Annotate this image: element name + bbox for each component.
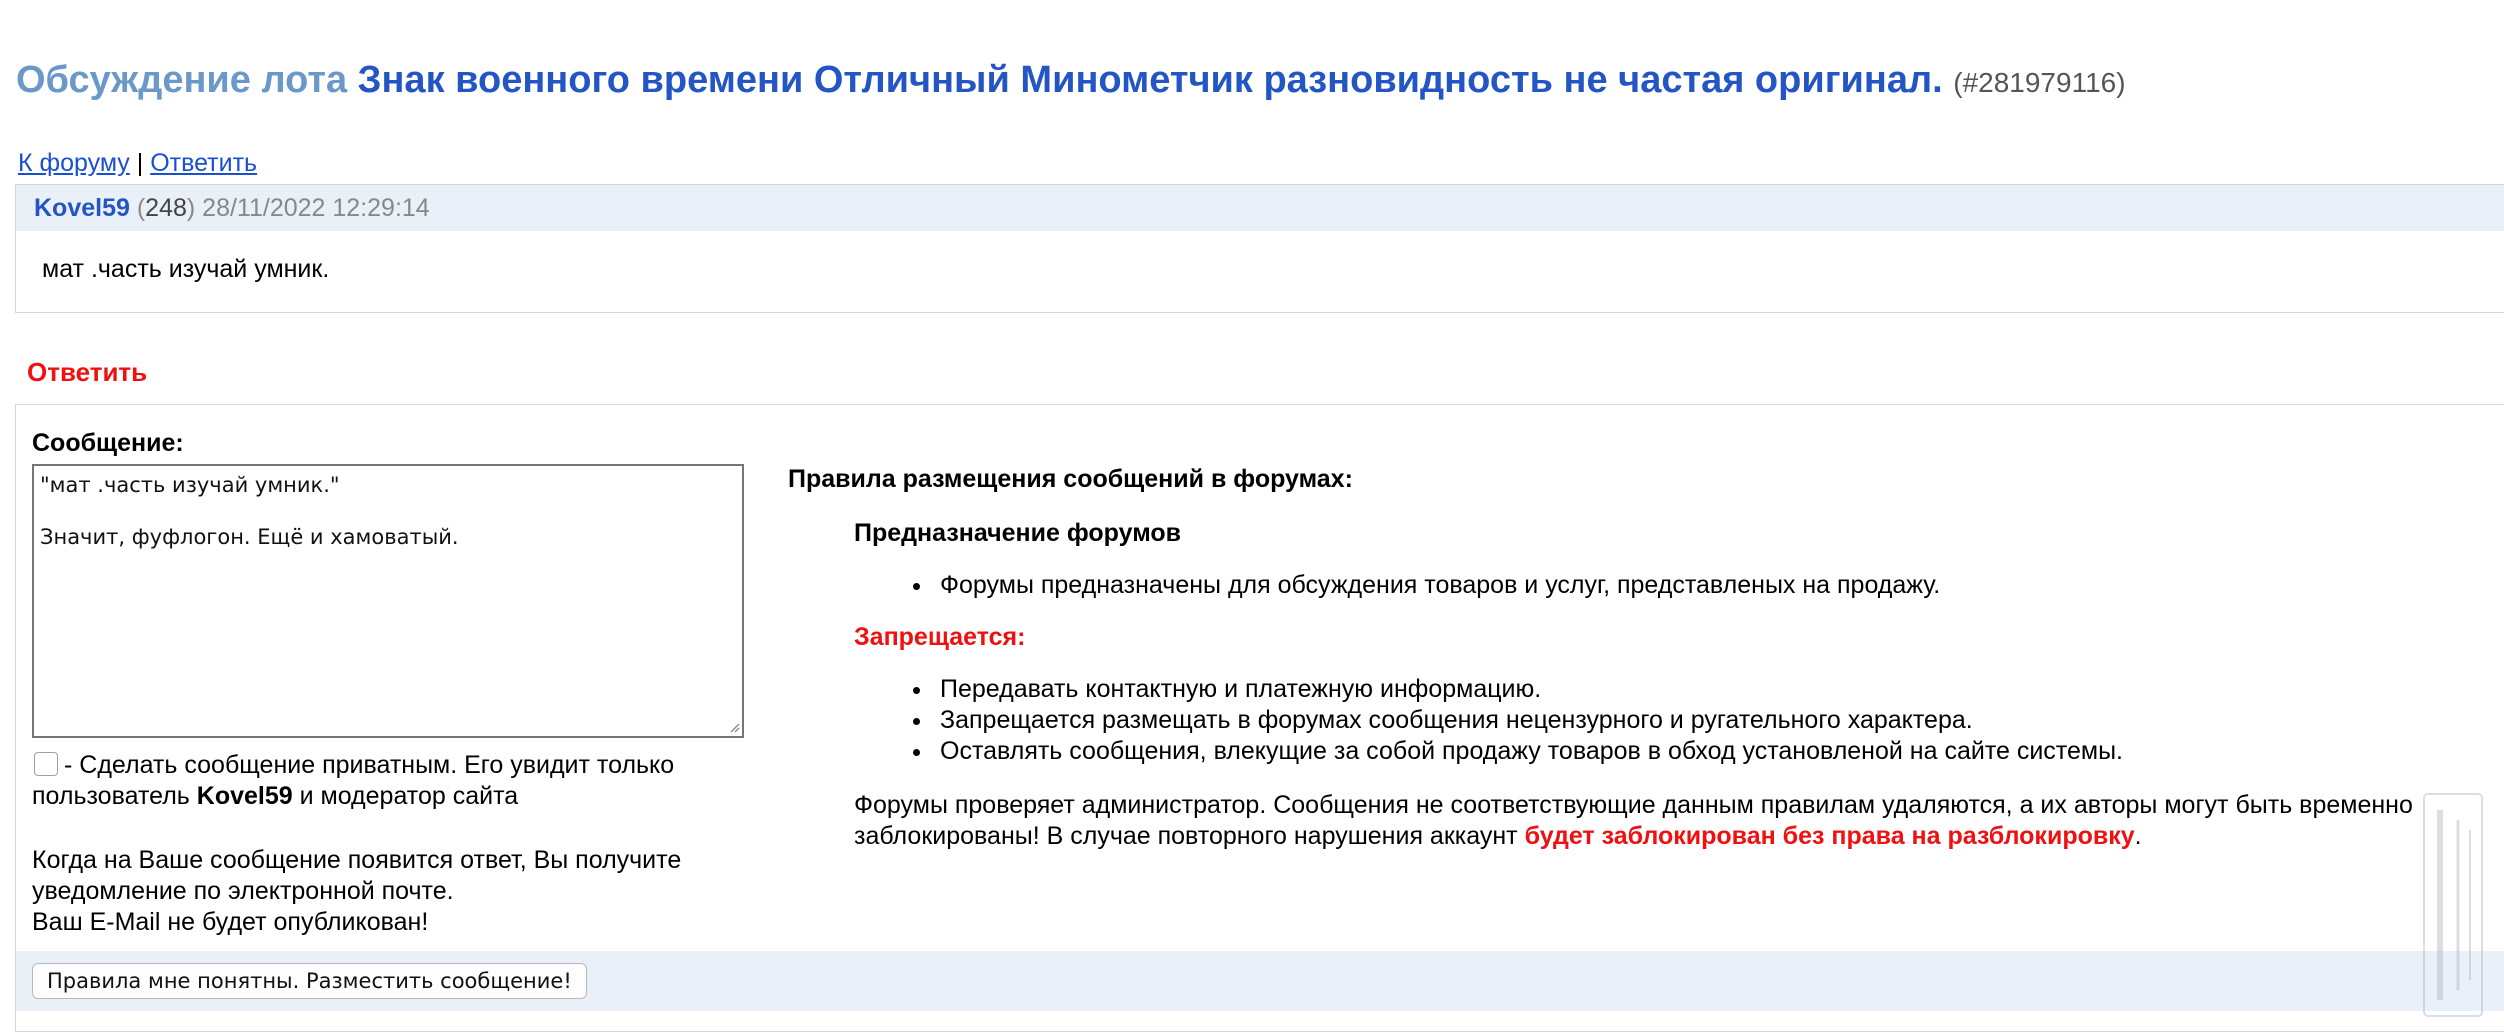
page: Обсуждение лота Знак военного времени От… <box>0 0 2504 1034</box>
purpose-item: Форумы предназначены для обсуждения това… <box>934 570 2488 601</box>
post-text: мат .часть изучай умник. <box>42 255 330 283</box>
nav-separator: | <box>136 149 144 177</box>
reply-form: Сообщение: "мат .часть изучай умник." Зн… <box>15 404 2504 1032</box>
page-title: Обсуждение лота Знак военного времени От… <box>16 52 2126 111</box>
admin-notice: Форумы проверяет администратор. Сообщени… <box>854 790 2504 852</box>
title-prefix: Обсуждение лота <box>16 59 348 101</box>
forbidden-item: Оставлять сообщения, влекущие за собой п… <box>934 736 2488 767</box>
post-author-link[interactable]: Kovel59 <box>34 194 130 222</box>
rules-title: Правила размещения сообщений в форумах: <box>788 465 1353 493</box>
forum-rules: Правила размещения сообщений в форумах: … <box>788 463 2488 852</box>
forum-nav: К форуму | Ответить <box>18 147 257 179</box>
lot-name-link[interactable]: Знак военного времени Отличный Минометчи… <box>358 59 1943 101</box>
admin-warning: будет заблокирован без права на разблоки… <box>1524 822 2135 850</box>
private-option: - Сделать сообщение приватным. Его увиди… <box>32 750 752 812</box>
message-textarea[interactable]: "мат .часть изучай умник." Значит, фуфло… <box>32 464 744 738</box>
notify-line-1: Когда на Ваше сообщение появится ответ, … <box>32 846 682 905</box>
rating-close: ) <box>186 194 196 222</box>
private-user: Kovel59 <box>196 782 293 810</box>
private-text-2: и модератор сайта <box>299 782 519 810</box>
forbidden-title: Запрещается: <box>854 623 1026 651</box>
submit-button[interactable]: Правила мне понятны. Разместить сообщени… <box>32 963 587 999</box>
notify-info: Когда на Ваше сообщение появится ответ, … <box>32 845 752 938</box>
resize-grip-icon[interactable] <box>728 721 740 733</box>
private-checkbox[interactable] <box>34 752 58 776</box>
watermark-logo-icon <box>2423 793 2483 1017</box>
forbidden-item: Запрещается размещать в форумах сообщени… <box>934 705 2488 736</box>
submit-bar: Правила мне понятны. Разместить сообщени… <box>16 951 2504 1011</box>
message-label: Сообщение: <box>32 429 184 457</box>
forbidden-item: Передавать контактную и платежную информ… <box>934 674 2488 705</box>
purpose-title: Предназначение форумов <box>854 519 1182 547</box>
to-forum-link[interactable]: К форуму <box>18 149 130 177</box>
forum-post: Kovel59 (248) 28/11/2022 12:29:14 мат .ч… <box>15 184 2504 313</box>
post-header: Kovel59 (248) 28/11/2022 12:29:14 <box>16 185 2504 231</box>
admin-end: . <box>2134 822 2142 850</box>
notify-line-2: Ваш E-Mail не будет опубликован! <box>32 908 429 936</box>
forbidden-list: Передавать контактную и платежную информ… <box>788 674 2488 767</box>
reply-link[interactable]: Ответить <box>150 149 257 177</box>
author-rating: 248 <box>145 194 187 222</box>
reply-heading: Ответить <box>27 357 148 387</box>
post-date: 28/11/2022 12:29:14 <box>202 194 430 222</box>
lot-id: (#281979116) <box>1953 67 2126 98</box>
rating-open: ( <box>136 194 146 222</box>
purpose-list: Форумы предназначены для обсуждения това… <box>788 570 2488 601</box>
